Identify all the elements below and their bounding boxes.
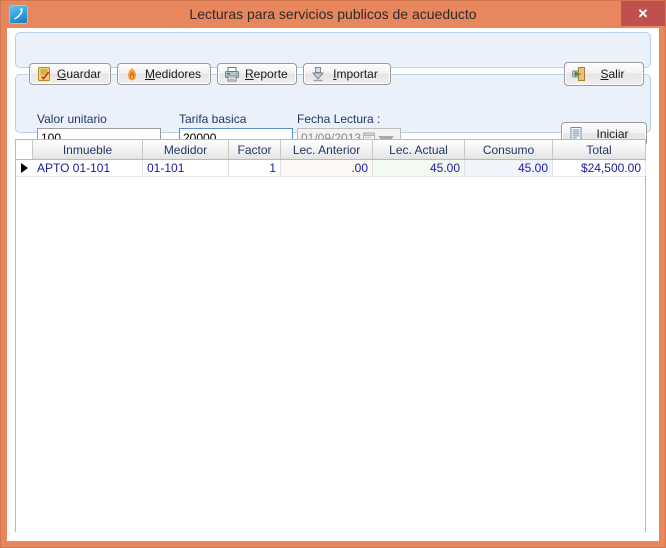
grid-cell-consumo[interactable]: 45.00 <box>465 160 553 176</box>
grid-column-header-total[interactable]: Total <box>553 140 646 159</box>
fecha-lectura-label: Fecha Lectura : <box>297 112 381 126</box>
grid-cell-medidor[interactable]: 01-101 <box>143 160 229 176</box>
report-button-label: Reporte <box>245 67 288 81</box>
application-window: Lecturas para servicios publicos de acue… <box>0 0 666 548</box>
tarifa-basica-label: Tarifa basica <box>179 112 247 126</box>
grid-column-header-lec-anterior[interactable]: Lec. Anterior <box>281 140 373 159</box>
meters-button[interactable]: Medidores <box>117 63 211 85</box>
grid-body: APTO 01-101 01-101 1.00 45.00 45.00 $24,500.0… <box>16 160 646 177</box>
grid-cell-total[interactable]: $24,500.00 <box>553 160 646 176</box>
grid-column-header-lec-actual[interactable]: Lec. Actual <box>373 140 465 159</box>
exit-button-label: Salir <box>600 67 625 81</box>
client-area: Guardar Medidores Reporte Importar Salir… <box>7 28 659 541</box>
grid-column-header-medidor[interactable]: Medidor <box>143 140 229 159</box>
import-down-arrow-icon <box>309 65 327 83</box>
table-row[interactable]: APTO 01-101 01-101 1.00 45.00 45.00 $24,500.0… <box>16 160 646 177</box>
row-selector-cell[interactable] <box>16 160 33 176</box>
readings-grid: Inmueble Medidor Factor Lec. Anterior Lec. A… <box>15 139 646 532</box>
save-note-icon <box>35 65 53 83</box>
valor-unitario-label: Valor unitario <box>37 112 107 126</box>
app-logo-icon <box>9 5 28 24</box>
meters-button-label: Medidores <box>145 67 202 81</box>
grid-cell-lec-actual[interactable]: 45.00 <box>373 160 465 176</box>
grid-cell-lec-anterior[interactable]: .00 <box>281 160 373 176</box>
report-button[interactable]: Reporte <box>217 63 297 85</box>
grid-column-header-inmueble[interactable]: Inmueble <box>33 140 143 159</box>
grid-column-header-consumo[interactable]: Consumo <box>465 140 553 159</box>
window-title: Lecturas para servicios publicos de acue… <box>189 6 477 22</box>
save-button-label: Guardar <box>57 67 102 81</box>
import-button-label: Importar <box>333 67 378 81</box>
grid-cell-factor[interactable]: 1 <box>229 160 281 176</box>
row-selector-arrow-icon <box>21 163 28 173</box>
grid-header-row-selector <box>16 140 33 159</box>
title-bar: Lecturas para servicios publicos de acue… <box>1 1 665 28</box>
exit-door-icon <box>570 65 588 83</box>
flame-icon <box>123 65 141 83</box>
exit-button[interactable]: Salir <box>564 62 644 86</box>
grid-empty-area <box>16 177 645 532</box>
grid-column-header-factor[interactable]: Factor <box>229 140 281 159</box>
import-button[interactable]: Importar <box>303 63 391 85</box>
close-button[interactable]: ✕ <box>621 1 665 26</box>
grid-header-row: Inmueble Medidor Factor Lec. Anterior Lec. A… <box>16 140 646 160</box>
grid-cell-inmueble[interactable]: APTO 01-101 <box>33 160 143 176</box>
printer-icon <box>223 65 241 83</box>
save-button[interactable]: Guardar <box>29 63 111 85</box>
